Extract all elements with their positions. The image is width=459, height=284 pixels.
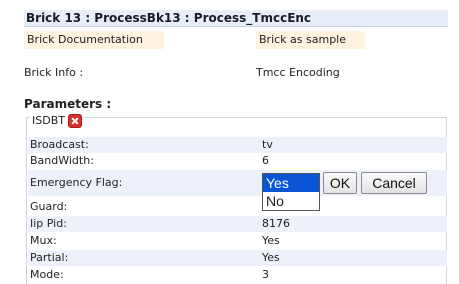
param-value: Yes [262,251,280,264]
param-label: Iip Pid: [30,217,67,230]
brick-title: Brick 13 : ProcessBk13 : Process_TmccEnc [24,10,448,27]
select-option-no[interactable]: No [263,192,319,210]
brick-as-sample-link[interactable]: Brick as sample [256,31,365,49]
param-row-broadcast[interactable]: Broadcast: tv [28,137,447,153]
param-row-iip-pid[interactable]: Iip Pid: 8176 [28,216,447,232]
param-value: 6 [262,154,269,167]
param-label: Partial: [30,251,69,264]
param-row-bandwidth[interactable]: BandWidth: 6 [28,153,447,169]
brick-documentation-link[interactable]: Brick Documentation [24,31,164,49]
brick-info-label: Brick Info : [24,66,84,79]
param-label: Mode: [30,268,64,281]
param-row-mux[interactable]: Mux: Yes [28,233,447,249]
param-value: tv [262,138,273,151]
close-icon[interactable] [67,114,82,128]
brick-info-value: Tmcc Encoding [256,66,340,79]
param-value: 3 [262,268,269,281]
ok-button[interactable]: OK [323,172,357,194]
param-row-mode[interactable]: Mode: 3 [28,267,447,283]
select-option-yes[interactable]: Yes [263,174,319,192]
param-row-guard[interactable]: Guard: [28,199,447,215]
param-label: Emergency Flag: [30,176,123,189]
parameters-heading: Parameters : [24,97,112,111]
emergency-flag-select[interactable]: Yes No [262,173,320,211]
isdbt-legend: ISDBT [30,113,84,129]
param-row-partial[interactable]: Partial: Yes [28,250,447,266]
param-label: BandWidth: [30,154,94,167]
brick-panel: Brick 13 : ProcessBk13 : Process_TmccEnc… [0,0,459,284]
param-label: Mux: [30,234,57,247]
isdbt-legend-label: ISDBT [32,114,65,127]
param-label: Guard: [30,200,68,213]
param-label: Broadcast: [30,138,89,151]
cancel-button[interactable]: Cancel [361,172,427,194]
param-value: Yes [262,234,280,247]
param-value: 8176 [262,217,290,230]
